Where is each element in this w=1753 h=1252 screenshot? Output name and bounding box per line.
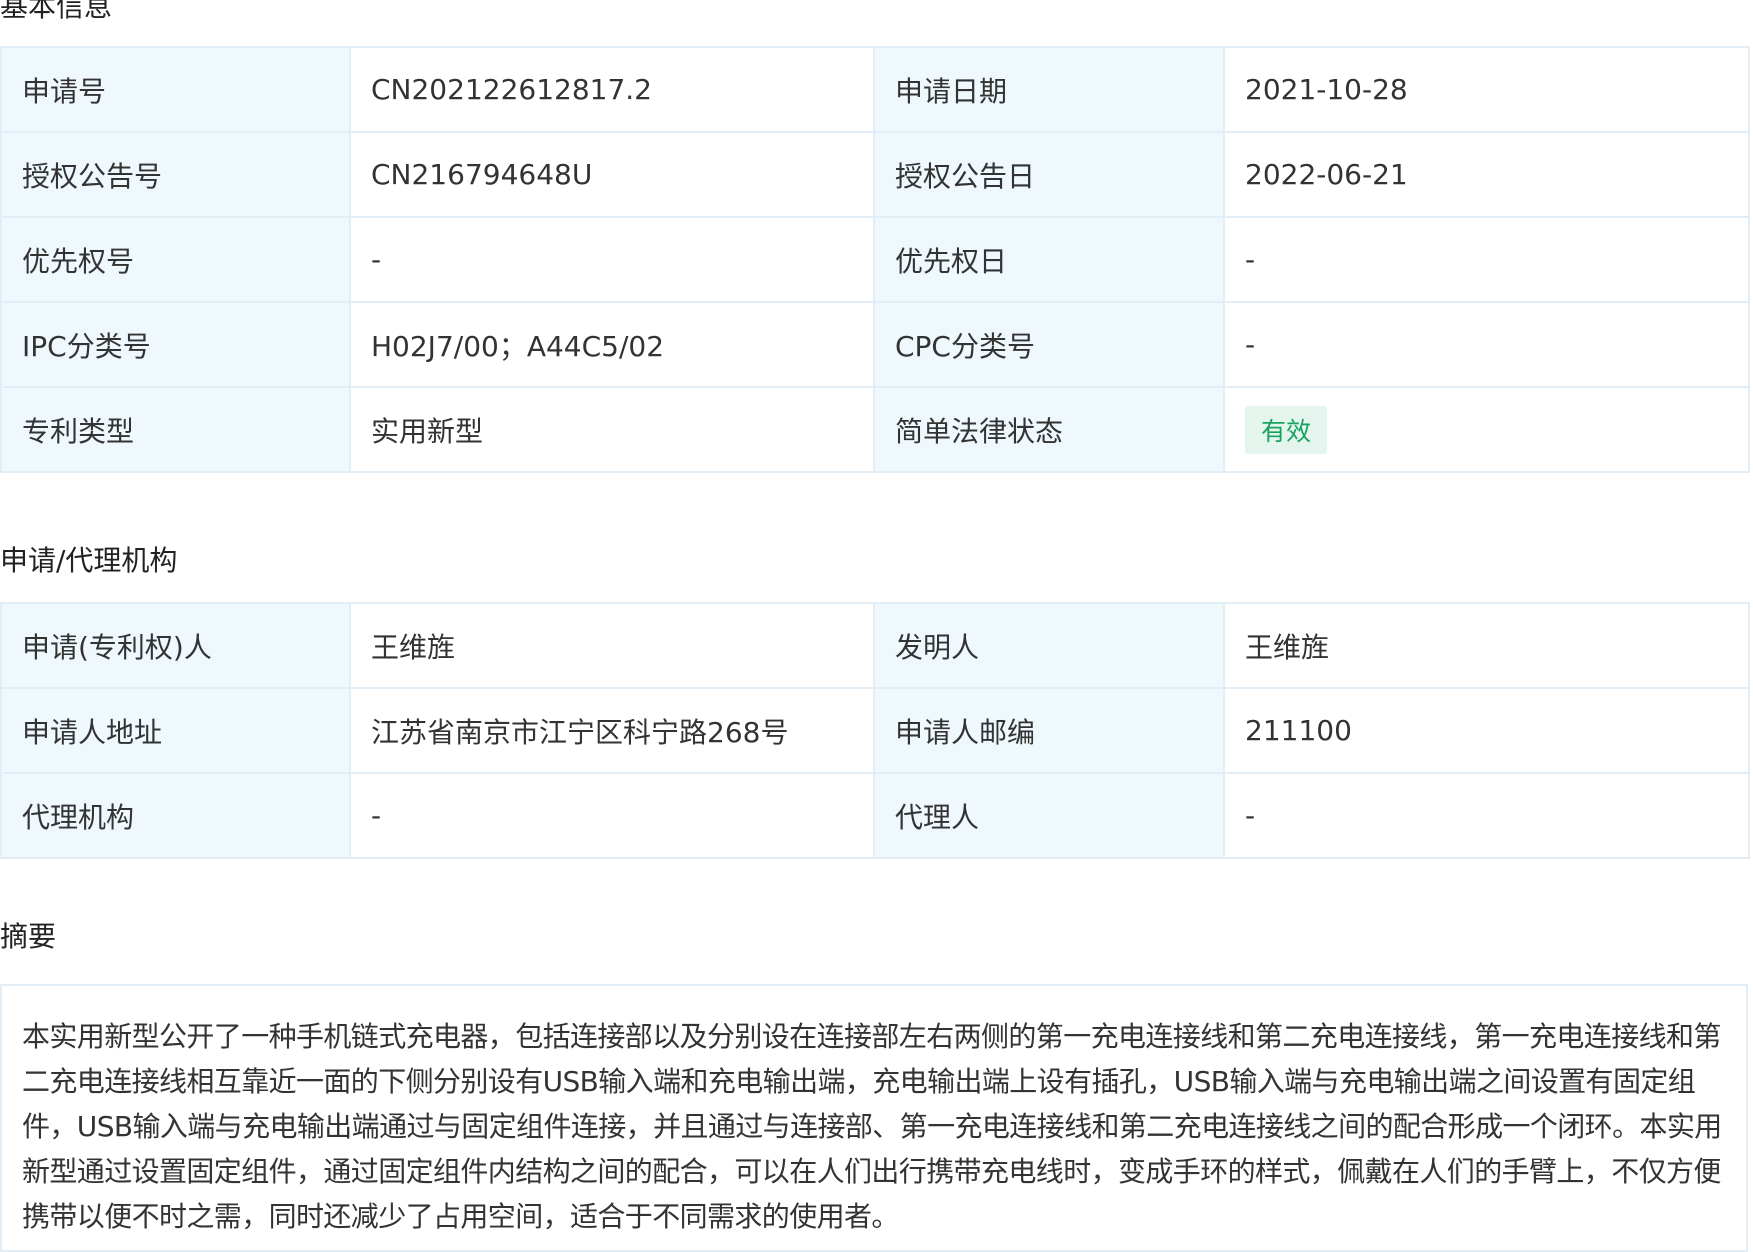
abstract-text: 本实用新型公开了一种手机链式充电器，包括连接部以及分别设在连接部左右两侧的第一充… — [0, 984, 1748, 1252]
table-row: 优先权号 - 优先权日 - — [0, 216, 1750, 303]
table-row: 专利类型 实用新型 简单法律状态 有效 — [0, 386, 1750, 473]
table-row: 申请人地址 江苏省南京市江宁区科宁路268号 申请人邮编 211100 — [0, 687, 1750, 774]
grant-number-value: CN216794648U — [349, 131, 875, 218]
legal-status-label: 简单法律状态 — [873, 386, 1225, 473]
table-row: 申请(专利权)人 王维旌 发明人 王维旌 — [0, 602, 1750, 689]
table-row: 代理机构 - 代理人 - — [0, 772, 1750, 859]
application-number-value: CN202122612817.2 — [349, 46, 875, 133]
agent-label: 代理人 — [873, 772, 1225, 859]
application-number-label: 申请号 — [0, 46, 351, 133]
application-date-value: 2021-10-28 — [1223, 46, 1750, 133]
cpc-class-label: CPC分类号 — [873, 301, 1225, 388]
section-title-basic-info: 基本信息 — [0, 0, 113, 23]
applicant-value: 王维旌 — [349, 602, 875, 689]
legal-status-cell: 有效 — [1223, 386, 1750, 473]
table-row: 申请号 CN202122612817.2 申请日期 2021-10-28 — [0, 46, 1750, 133]
priority-number-label: 优先权号 — [0, 216, 351, 303]
patent-type-value: 实用新型 — [349, 386, 875, 473]
grant-date-label: 授权公告日 — [873, 131, 1225, 218]
applicant-postcode-value: 211100 — [1223, 687, 1750, 774]
grant-number-label: 授权公告号 — [0, 131, 351, 218]
patent-type-label: 专利类型 — [0, 386, 351, 473]
table-row: 授权公告号 CN216794648U 授权公告日 2022-06-21 — [0, 131, 1750, 218]
applicant-label: 申请(专利权)人 — [0, 602, 351, 689]
priority-date-label: 优先权日 — [873, 216, 1225, 303]
applicant-address-label: 申请人地址 — [0, 687, 351, 774]
agency-value: - — [349, 772, 875, 859]
inventor-value: 王维旌 — [1223, 602, 1750, 689]
table-row: IPC分类号 H02J7/00；A44C5/02 CPC分类号 - — [0, 301, 1750, 388]
status-badge: 有效 — [1245, 405, 1328, 454]
ipc-class-value: H02J7/00；A44C5/02 — [349, 301, 875, 388]
priority-number-value: - — [349, 216, 875, 303]
ipc-class-label: IPC分类号 — [0, 301, 351, 388]
agency-info-table: 申请(专利权)人 王维旌 发明人 王维旌 申请人地址 江苏省南京市江宁区科宁路2… — [0, 602, 1750, 859]
section-title-abstract: 摘要 — [0, 920, 57, 953]
inventor-label: 发明人 — [873, 602, 1225, 689]
priority-date-value: - — [1223, 216, 1750, 303]
section-title-agency: 申请/代理机构 — [0, 544, 178, 577]
cpc-class-value: - — [1223, 301, 1750, 388]
basic-info-table: 申请号 CN202122612817.2 申请日期 2021-10-28 授权公… — [0, 46, 1750, 473]
agency-label: 代理机构 — [0, 772, 351, 859]
application-date-label: 申请日期 — [873, 46, 1225, 133]
agent-value: - — [1223, 772, 1750, 859]
applicant-address-value: 江苏省南京市江宁区科宁路268号 — [349, 687, 875, 774]
applicant-postcode-label: 申请人邮编 — [873, 687, 1225, 774]
grant-date-value: 2022-06-21 — [1223, 131, 1750, 218]
